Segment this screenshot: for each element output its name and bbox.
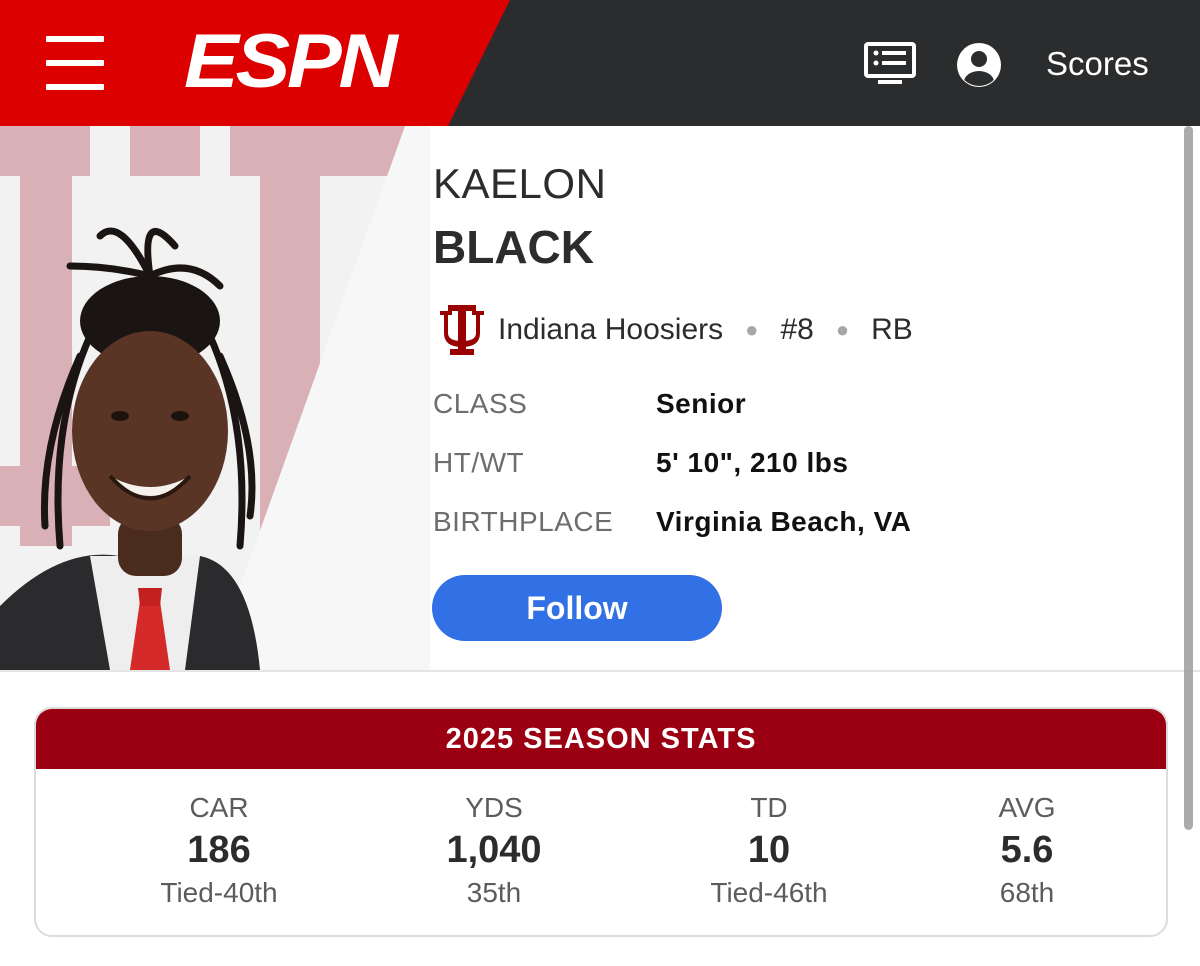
player-headshot [0, 126, 430, 670]
stat-value: 10 [747, 829, 791, 871]
bio-label-birthplace: BIRTHPLACE [433, 506, 614, 537]
stat-rank: Tied-46th [710, 877, 828, 908]
stat-label: CAR [189, 792, 249, 823]
nav-brand-background [0, 0, 510, 126]
bio-value-birthplace: Virginia Beach, VA [656, 506, 912, 537]
player-position: RB [871, 313, 913, 346]
bio-label-class: CLASS [433, 388, 528, 419]
bio-label-height-weight: HT/WT [433, 447, 525, 478]
stat-value: 186 [187, 829, 251, 871]
player-last-name: BLACK [433, 221, 594, 273]
stat-value: 5.6 [1000, 829, 1054, 871]
bio-value-class: Senior [656, 388, 747, 419]
season-stats-card: 2025 SEASON STATS CAR 186 Tied-40th YDS … [34, 707, 1168, 937]
stat-yards: YDS 1,040 35th [402, 769, 586, 935]
stat-label: AVG [998, 792, 1056, 823]
hamburger-menu-icon[interactable] [46, 36, 104, 90]
stat-label: TD [750, 792, 788, 823]
separator-dot: ● [835, 317, 850, 342]
stat-value: 1,040 [446, 829, 542, 871]
player-first-name: KAELON [433, 160, 607, 207]
season-stats-title: 2025 SEASON STATS [36, 709, 1166, 769]
section-divider [0, 670, 1200, 672]
stat-carries: CAR 186 Tied-40th [36, 769, 402, 935]
stat-rank: 35th [466, 877, 522, 908]
espn-logo[interactable]: ESPN [184, 22, 439, 102]
stat-label: YDS [465, 792, 523, 823]
indiana-iu-logo-icon[interactable] [440, 305, 484, 355]
team-name-link[interactable]: Indiana Hoosiers [498, 313, 723, 347]
jersey-number: #8 [780, 313, 814, 346]
top-nav: ESPN Scores [0, 0, 1200, 126]
scores-link[interactable]: Scores [1046, 42, 1149, 86]
stat-rank: 68th [999, 877, 1055, 908]
page-scrollbar[interactable] [1184, 126, 1193, 830]
stat-touchdowns: TD 10 Tied-46th [586, 769, 952, 935]
bio-value-height-weight: 5' 10", 210 lbs [656, 447, 849, 478]
stat-average: AVG 5.6 68th [952, 769, 1102, 935]
season-stats-row: CAR 186 Tied-40th YDS 1,040 35th TD 10 T… [36, 769, 1166, 935]
scores-list-icon[interactable] [864, 42, 916, 86]
separator-dot: ● [745, 317, 759, 342]
user-account-icon[interactable] [956, 42, 1002, 88]
follow-button[interactable]: Follow [432, 575, 722, 641]
stat-rank: Tied-40th [160, 877, 278, 908]
team-info-row: Indiana Hoosiers ● #8 ● RB [440, 305, 913, 355]
